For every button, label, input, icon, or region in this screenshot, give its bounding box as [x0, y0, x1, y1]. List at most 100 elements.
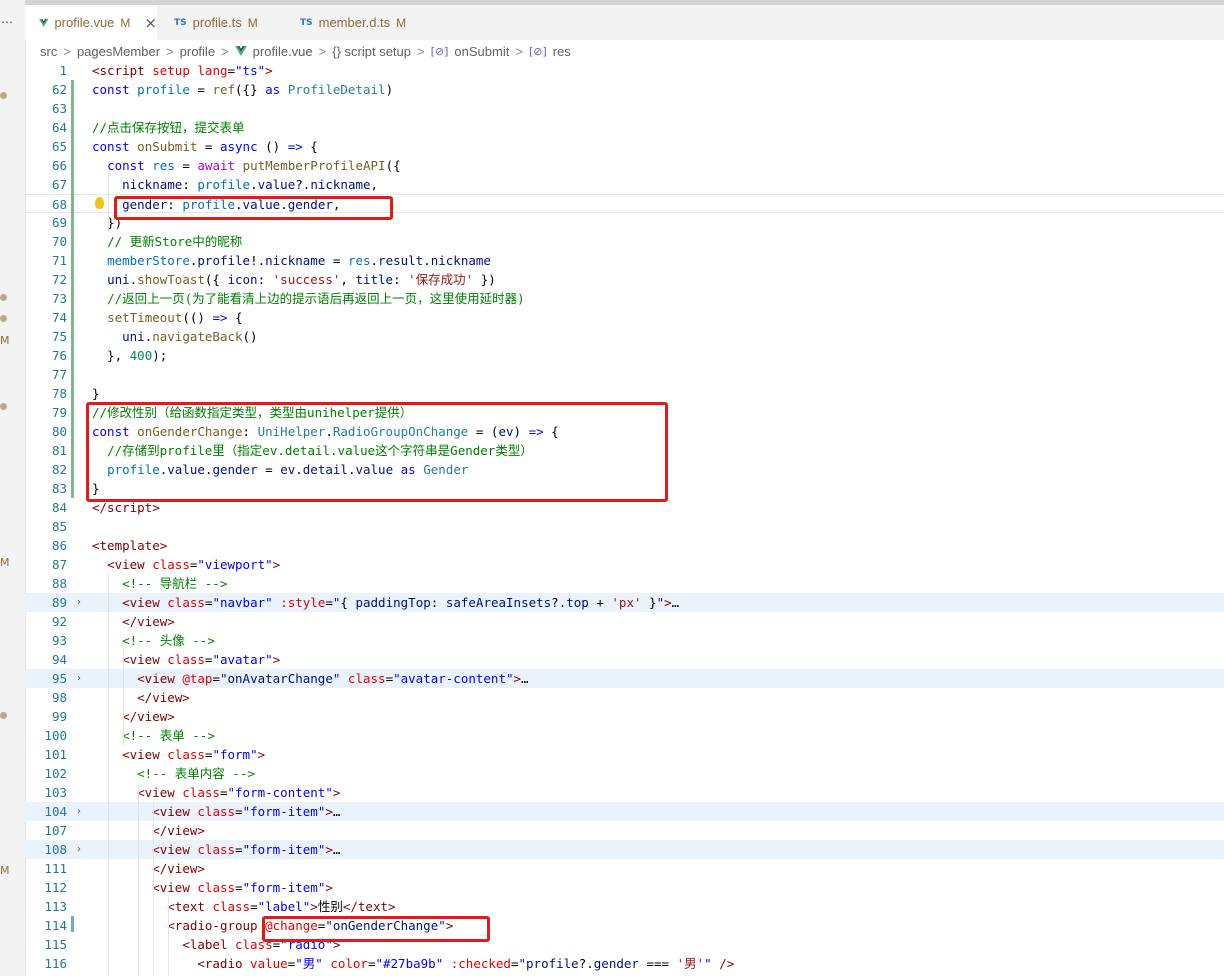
fold-chevron-icon[interactable]: › [77, 840, 81, 859]
code-line[interactable]: 66 const res = await putMemberProfileAPI… [25, 156, 1224, 175]
line-number: 101 [44, 747, 67, 762]
code-line[interactable]: 107 </view> [25, 821, 1224, 840]
code-line[interactable]: 86 <template> [25, 536, 1224, 555]
code-line[interactable]: 1 <script setup lang="ts"> [25, 61, 1224, 80]
code-line[interactable]: 103 <view class="form-content"> [25, 783, 1224, 802]
code-line[interactable]: 99 </view> [25, 707, 1224, 726]
breadcrumb-item[interactable]: res [553, 44, 571, 59]
line-number: 86 [51, 538, 67, 553]
breadcrumb-item[interactable]: pagesMember [77, 44, 160, 59]
code-line[interactable]: 111 </view> [25, 859, 1224, 878]
tab-profile-ts[interactable]: TS profile.ts M [160, 5, 283, 40]
code-editor[interactable]: 116 <radio value="男" color="#27ba9b" :ch… [25, 61, 1224, 976]
code-line[interactable]: 88 <!-- 导航栏 --> [25, 574, 1224, 593]
modified-marker: M [0, 864, 10, 877]
code-line[interactable]: 64 //点击保存按钮，提交表单 [25, 118, 1224, 137]
breadcrumb-item[interactable]: {} script setup [332, 44, 411, 59]
code-line[interactable]: 63 [25, 99, 1224, 118]
breadcrumb-item[interactable]: profile [180, 44, 215, 59]
code-line[interactable]: 93 <!-- 头像 --> [25, 631, 1224, 650]
lightbulb-icon[interactable] [95, 197, 104, 209]
indent-guide [138, 783, 139, 976]
code-line[interactable]: 74 setTimeout(() => { [25, 308, 1224, 327]
line-number: 85 [51, 519, 67, 534]
line-number: 100 [44, 728, 67, 743]
code-text: </view> [122, 614, 175, 629]
code-line[interactable]: 94 <view class="avatar"> [25, 650, 1224, 669]
code-line[interactable]: 77 [25, 365, 1224, 384]
line-number: 103 [44, 785, 67, 800]
more-icon[interactable]: … [1, 12, 13, 26]
tab-label: member.d.ts [318, 15, 391, 30]
fold-chevron-icon[interactable]: › [77, 802, 81, 821]
line-number: 82 [51, 462, 67, 477]
line-number: 80 [51, 424, 67, 439]
code-text: <template> [92, 538, 168, 553]
line-number: 64 [51, 120, 67, 135]
close-icon[interactable]: × [144, 14, 157, 32]
code-line[interactable]: 116 <radio value="男" color="#27ba9b" :ch… [25, 954, 1224, 973]
tab-profile-vue[interactable]: profile.vue M × [25, 5, 157, 40]
vue-icon [39, 18, 49, 27]
code-text: memberStore.profile!.nickname = res.resu… [107, 253, 491, 268]
code-line[interactable]: 65 const onSubmit = async () => { [25, 137, 1224, 156]
breadcrumb-separator: > [63, 43, 71, 59]
tab-member-d-ts[interactable]: TS member.d.ts M [286, 5, 426, 40]
change-dot-icon [0, 92, 7, 99]
code-line[interactable]: 102 <!-- 表单内容 --> [25, 764, 1224, 783]
modified-marker: M [0, 556, 10, 569]
code-text: <!-- 表单 --> [122, 728, 215, 743]
code-text: <view class="form"> [122, 747, 266, 762]
line-number: 78 [51, 386, 67, 401]
code-line[interactable]: 101 <view class="form"> [25, 745, 1224, 764]
variable-icon: [⊘] [528, 44, 547, 58]
code-line[interactable]: 73 //返回上一页(为了能看清上边的提示语后再返回上一页，这里使用延时器) [25, 289, 1224, 308]
line-number: 62 [51, 82, 67, 97]
breadcrumb-item[interactable]: src [40, 44, 57, 59]
indent-guide [108, 175, 109, 232]
code-text: //点击保存按钮，提交表单 [92, 120, 245, 135]
breadcrumb-item[interactable]: profile.vue [253, 44, 313, 59]
line-number: 107 [44, 823, 67, 838]
line-number: 69 [51, 215, 67, 230]
code-line[interactable]: 76 }, 400); [25, 346, 1224, 365]
code-line[interactable]: 92 </view> [25, 612, 1224, 631]
code-line[interactable]: 108 › <view class="form-item">… [25, 840, 1224, 859]
breadcrumb-item[interactable]: onSubmit [454, 44, 509, 59]
code-line[interactable]: 78} [25, 384, 1224, 403]
code-line[interactable]: 85 [25, 517, 1224, 536]
line-number: 65 [51, 139, 67, 154]
highlight-box [262, 916, 490, 942]
tab-label: profile.vue [54, 15, 115, 30]
line-number: 74 [51, 310, 67, 325]
code-text: <view class="navbar" :style="{ paddingTo… [122, 595, 680, 610]
code-text: } [92, 386, 100, 401]
code-line[interactable]: 113 <text class="label">性别</text> [25, 897, 1224, 916]
code-line[interactable]: 71 memberStore.profile!.nickname = res.r… [25, 251, 1224, 270]
code-line[interactable]: 114 <radio-group @change="onGenderChange… [25, 916, 1224, 935]
line-number: 71 [51, 253, 67, 268]
code-line[interactable]: 112 <view class="form-item"> [25, 878, 1224, 897]
code-line[interactable]: 115 <label class="radio"> [25, 935, 1224, 954]
ts-icon: TS [174, 17, 187, 28]
code-line[interactable]: 75 uni.navigateBack() [25, 327, 1224, 346]
code-line[interactable]: 89 › <view class="navbar" :style="{ paddi… [25, 593, 1224, 612]
code-line[interactable]: 87 <view class="viewport"> [25, 555, 1224, 574]
code-line[interactable]: 100 <!-- 表单 --> [25, 726, 1224, 745]
vue-icon [234, 46, 247, 56]
code-line[interactable]: 95 › <view @tap="onAvatarChange" class="a… [25, 669, 1224, 688]
activity-bar: … M M M [0, 0, 26, 976]
code-line[interactable]: 67 nickname: profile.value?.nickname, [25, 175, 1224, 194]
code-line[interactable]: 72 uni.showToast({ icon: 'success', titl… [25, 270, 1224, 289]
code-text: const profile = ref({} as ProfileDetail) [92, 82, 394, 97]
line-number: 111 [44, 861, 67, 876]
line-number: 112 [44, 880, 67, 895]
fold-chevron-icon[interactable]: › [77, 593, 81, 612]
indent-guide [168, 897, 169, 976]
code-line[interactable]: 62 const profile = ref({} as ProfileDetai… [25, 80, 1224, 99]
fold-chevron-icon[interactable]: › [77, 669, 81, 688]
highlight-box [114, 196, 393, 220]
code-line[interactable]: 70 // 更新Store中的昵称 [25, 232, 1224, 251]
code-line[interactable]: 98 </view> [25, 688, 1224, 707]
code-line[interactable]: 104 › <view class="form-item">… [25, 802, 1224, 821]
